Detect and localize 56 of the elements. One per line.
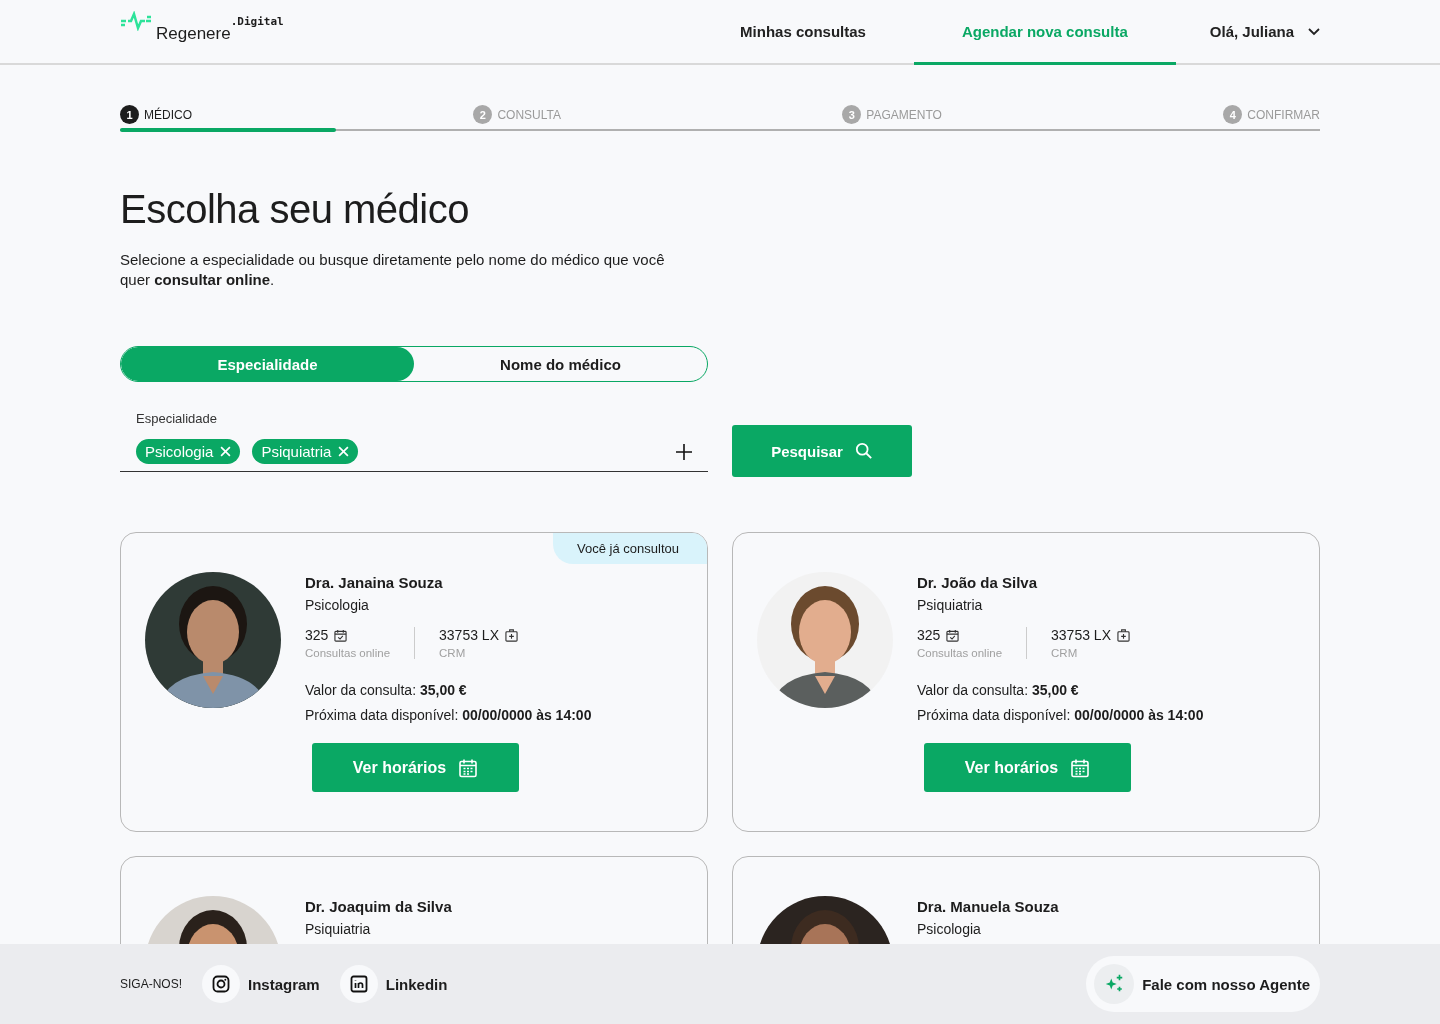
stat-value: 325 <box>305 627 329 643</box>
calendar-check-icon <box>946 628 960 642</box>
logo-icon <box>120 11 152 31</box>
stat-value: 33753 LX <box>1051 627 1111 643</box>
stat-label: CRM <box>439 647 467 659</box>
mode-tab[interactable]: Nome do médico <box>414 347 707 381</box>
logo-suffix: .Digital <box>230 15 284 28</box>
stat-value: 33753 LX <box>439 627 499 643</box>
medical-case-icon <box>505 628 518 642</box>
doctor-specialty: Psicologia <box>917 921 982 937</box>
stat-value: 325 <box>917 627 941 643</box>
linkedin-icon <box>349 975 368 993</box>
price-text: Valor da consulta: 35,00 € <box>917 681 1080 700</box>
stat-label: Consultas online <box>917 647 1003 659</box>
next-date-text: Próxima data disponível: 00/00/0000 às 14:00 <box>305 706 592 725</box>
calendar-icon <box>458 757 479 778</box>
next-date-text: Próxima data disponível: 00/00/0000 às 14:00 <box>917 706 1204 725</box>
add-icon[interactable] <box>676 443 692 460</box>
page-title: Escolha seu médico <box>120 187 470 232</box>
close-icon[interactable] <box>220 446 232 457</box>
doctor-name: Dra. Janaina Souza <box>305 574 444 591</box>
medical-case-icon <box>1117 628 1130 642</box>
field-label: Especialidade <box>136 411 218 426</box>
nav-link[interactable]: Minhas consultas <box>692 0 914 65</box>
price-text: Valor da consulta: 35,00 € <box>305 681 468 700</box>
step-label: PAGAMENTO <box>866 107 942 122</box>
intro-text: Selecione a especialidade ou busque diretamente pelo nome do médico que você quer consultar online. <box>120 250 666 290</box>
instagram-icon <box>212 975 230 993</box>
logo-name: Regenere <box>156 24 231 44</box>
search-icon <box>854 442 873 460</box>
social-link[interactable]: Linkedin <box>339 965 448 1003</box>
doctor-specialty: Psiquiatria <box>305 921 372 937</box>
step-label: MÉDICO <box>144 107 192 122</box>
stat-label: Consultas online <box>305 647 391 659</box>
chevron-down-icon <box>1308 27 1320 36</box>
doctor-name: Dr. Joaquim da Silva <box>305 898 452 915</box>
specialty-field[interactable]: Especialidade Psicologia Psiquiatria <box>120 411 708 472</box>
step-label: CONSULTA <box>497 107 561 122</box>
step-number: 4 <box>1223 105 1243 124</box>
stat-label: CRM <box>1051 647 1079 659</box>
calendar-check-icon <box>334 628 348 642</box>
agent-button[interactable]: Fale com nosso Agente <box>1086 956 1320 1012</box>
doctor-specialty: Psicologia <box>305 597 370 613</box>
doctor-specialty: Psiquiatria <box>917 597 984 613</box>
doctor-name: Dr. João da Silva <box>917 574 1039 591</box>
calendar-icon <box>1070 757 1091 778</box>
social-link[interactable]: Instagram <box>202 965 320 1003</box>
step-number: 1 <box>120 105 139 124</box>
step-number: 2 <box>473 105 493 124</box>
user-menu[interactable]: Olá, Juliana <box>1209 0 1320 63</box>
step-number: 3 <box>842 105 862 124</box>
doctor-name: Dra. Manuela Souza <box>917 898 1059 915</box>
consulted-badge: Você já consultou <box>553 533 707 564</box>
step-label: CONFIRMAR <box>1247 107 1320 122</box>
close-icon[interactable] <box>338 446 350 457</box>
follow-label: SIGA-NOS! <box>120 977 182 991</box>
